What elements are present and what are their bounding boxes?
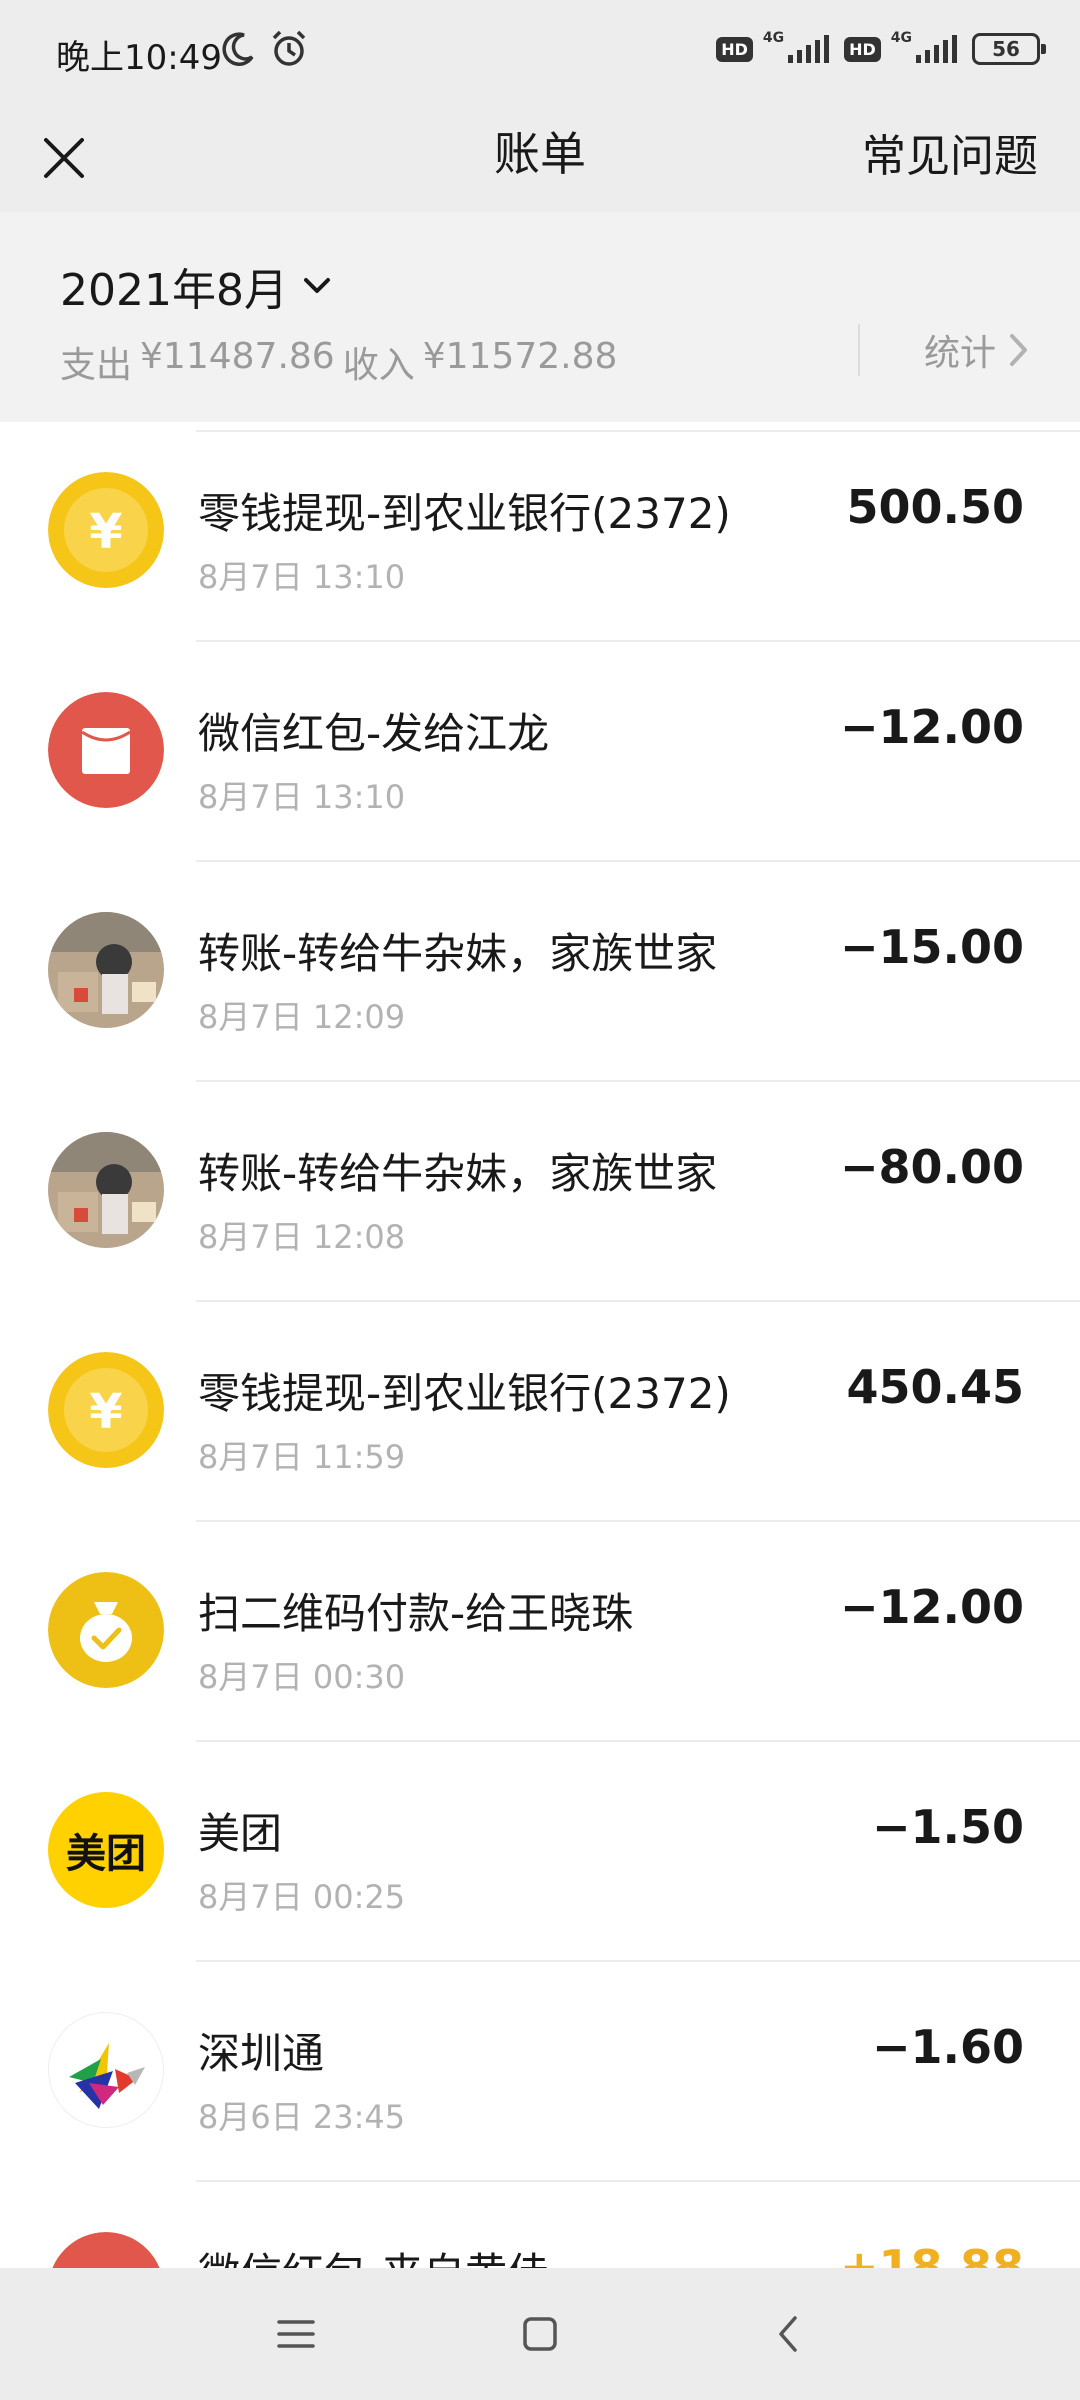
transaction-amount: 450.45 — [846, 1360, 1024, 1414]
transaction-row[interactable]: 转账-转给牛杂妹，家族世家 8月7日 12:08 −80.00 — [0, 1082, 1080, 1302]
month-label: 2021年8月 — [60, 265, 288, 316]
title-bar: 账单 常见问题 — [0, 104, 1080, 212]
transaction-title: 转账-转给牛杂妹，家族世家 — [198, 1149, 718, 1198]
transaction-title: 微信红包-发给江龙 — [198, 709, 550, 758]
transaction-title: 零钱提现-到农业银行(2372) — [198, 1369, 731, 1418]
moon-icon — [222, 32, 254, 66]
stats-label: 统计 — [923, 333, 996, 374]
transaction-title: 扫二维码付款-给王晓珠 — [198, 1589, 634, 1638]
transaction-time: 8月6日 23:45 — [198, 2098, 406, 2136]
transaction-row[interactable]: 微信红包-来自黄佳 +18.88 — [0, 2182, 1080, 2268]
transaction-row[interactable]: ¥ 零钱提现-到农业银行(2372) 8月7日 11:59 450.45 — [0, 1302, 1080, 1522]
battery-level: 56 — [992, 37, 1020, 61]
close-button[interactable] — [30, 124, 98, 192]
totals: 支出 ¥11487.86 收入 ¥11572.88 — [60, 336, 617, 388]
red-envelope-icon — [48, 2232, 164, 2268]
menu-button[interactable] — [266, 2304, 326, 2364]
transaction-amount: −12.00 — [839, 700, 1024, 754]
shenzhentong-logo — [48, 2012, 164, 2128]
yuan-coin-icon: ¥ — [48, 472, 164, 588]
svg-text:¥: ¥ — [89, 1384, 122, 1440]
chevron-down-icon — [303, 278, 330, 293]
system-nav-bar — [0, 2268, 1080, 2400]
network-type: 4G — [762, 30, 785, 46]
transaction-time: 8月7日 00:30 — [198, 1658, 406, 1696]
close-icon — [44, 138, 84, 178]
back-button[interactable] — [758, 2304, 818, 2364]
transaction-time: 8月7日 12:08 — [198, 1218, 406, 1256]
transaction-row[interactable]: 美团 美团 8月7日 00:25 −1.50 — [0, 1742, 1080, 1962]
transaction-title: 微信红包-来自黄佳 — [198, 2240, 549, 2268]
transaction-title: 深圳通 — [198, 2029, 325, 2078]
home-button[interactable] — [510, 2304, 570, 2364]
income-label: 收入 — [342, 345, 415, 386]
transaction-time: 8月7日 11:59 — [198, 1438, 406, 1476]
money-bag-icon — [48, 1572, 164, 1688]
income-value: ¥11572.88 — [422, 336, 618, 377]
status-time: 晚上10:49 — [56, 38, 222, 78]
svg-text:¥: ¥ — [89, 504, 122, 560]
signal-icon — [788, 35, 830, 63]
status-bar: 晚上10:49 HD 4G HD 4G 56 — [0, 0, 1080, 104]
transaction-amount: −1.60 — [871, 2020, 1024, 2074]
month-summary: 2021年8月 支出 ¥11487.86 收入 ¥11572.88 统计 — [0, 212, 1080, 422]
transaction-amount: −80.00 — [839, 1140, 1024, 1194]
transaction-time: 8月7日 13:10 — [198, 558, 406, 596]
transaction-list[interactable]: ¥ 零钱提现-到农业银行(2372) 8月7日 13:10 500.50 微信红… — [0, 422, 1080, 2268]
user-photo-avatar — [48, 1132, 164, 1248]
faq-button[interactable]: 常见问题 — [862, 120, 1038, 184]
transaction-row[interactable]: ¥ 零钱提现-到农业银行(2372) 8月7日 13:10 500.50 — [0, 422, 1080, 642]
network-type: 4G — [890, 30, 912, 46]
transaction-amount: +18.88 — [839, 2240, 1024, 2268]
transaction-row[interactable]: 微信红包-发给江龙 8月7日 13:10 −12.00 — [0, 642, 1080, 862]
transaction-title: 转账-转给牛杂妹，家族世家 — [198, 929, 718, 978]
transaction-row[interactable]: 扫二维码付款-给王晓珠 8月7日 00:30 −12.00 — [0, 1522, 1080, 1742]
expense-label: 支出 — [60, 345, 133, 386]
chevron-right-icon — [1010, 334, 1027, 366]
transaction-row[interactable]: 深圳通 8月6日 23:45 −1.60 — [0, 1962, 1080, 2182]
alarm-icon — [272, 30, 306, 66]
menu-icon — [277, 2320, 315, 2348]
transaction-time: 8月7日 00:25 — [198, 1878, 406, 1916]
signal-icon — [916, 35, 957, 63]
home-square-icon — [523, 2317, 557, 2351]
battery-icon: 56 — [972, 33, 1046, 65]
transaction-amount: −15.00 — [839, 920, 1024, 974]
transaction-time: 8月7日 13:10 — [198, 778, 406, 816]
divider — [858, 324, 860, 376]
transaction-title: 零钱提现-到农业银行(2372) — [198, 489, 731, 538]
transaction-amount: 500.50 — [846, 480, 1024, 534]
stats-button[interactable]: 统计 — [924, 324, 1030, 376]
transaction-amount: −1.50 — [871, 1800, 1024, 1854]
yuan-coin-icon: ¥ — [48, 1352, 164, 1468]
back-chevron-icon — [779, 2316, 797, 2352]
hd-badge: HD — [716, 36, 753, 62]
month-selector[interactable]: 2021年8月 — [60, 254, 334, 318]
red-envelope-icon — [48, 692, 164, 808]
meituan-logo: 美团 — [48, 1792, 164, 1908]
transaction-amount: −12.00 — [839, 1580, 1024, 1634]
user-photo-avatar — [48, 912, 164, 1028]
hd-badge: HD — [844, 36, 881, 62]
transaction-title: 美团 — [198, 1809, 283, 1858]
transaction-row[interactable]: 转账-转给牛杂妹，家族世家 8月7日 12:09 −15.00 — [0, 862, 1080, 1082]
meituan-logo-text: 美团 — [66, 1831, 146, 1877]
transaction-time: 8月7日 12:09 — [198, 998, 406, 1036]
expense-value: ¥11487.86 — [140, 336, 335, 377]
